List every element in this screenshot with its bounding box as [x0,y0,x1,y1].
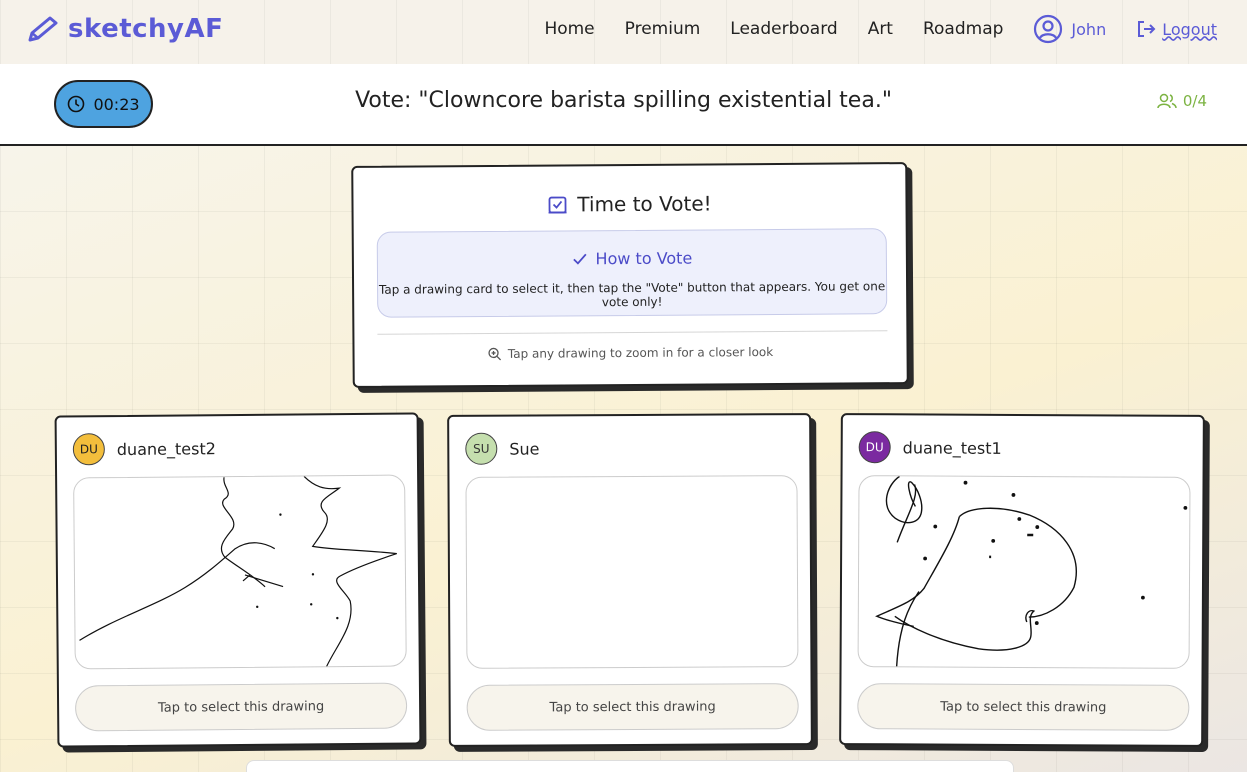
logout-icon [1138,21,1156,37]
zoom-hint: Tap any drawing to zoom in for a closer … [355,344,907,362]
nav-roadmap[interactable]: Roadmap [923,19,1003,39]
info-title: Time to Vote! [353,190,905,218]
drawing-canvas[interactable] [857,475,1191,669]
brand-logo[interactable]: sketchyAF [26,14,223,44]
drawing-sketch [79,475,397,669]
drawing-card-header: SU Sue [465,432,540,465]
select-drawing-button[interactable]: Tap to select this drawing [857,683,1190,731]
zoom-in-icon [488,347,502,361]
zoom-hint-text: Tap any drawing to zoom in for a closer … [507,345,774,361]
drawing-card-header: DU duane_test1 [858,431,1002,464]
user-circle-icon [1034,14,1063,44]
drawing-author: duane_test1 [902,437,1002,458]
top-nav: sketchyAF Home Premium Leaderboard Art R… [0,0,1247,64]
players-value: 0/4 [1182,92,1207,110]
voting-area: Time to Vote! How to Vote Tap a drawing … [0,146,1247,772]
drawing-card[interactable]: DU duane_test2 Tap to select this drawin… [54,412,422,748]
avatar: DU [858,431,891,464]
select-drawing-button[interactable]: Tap to select this drawing [74,682,408,732]
nav-links: Home Premium Leaderboard Art Roadmap Joh… [544,14,1217,44]
nav-home[interactable]: Home [544,19,594,39]
drawing-author: Sue [509,438,540,459]
users-icon [1157,93,1177,109]
user-menu[interactable]: John [1033,14,1106,44]
check-icon [572,253,587,265]
how-to-vote-heading: How to Vote [378,247,886,270]
logout-button[interactable]: Logout [1136,19,1217,39]
select-drawing-button[interactable]: Tap to select this drawing [466,683,799,731]
how-to-vote-text: Tap a drawing card to select it, then ta… [378,279,886,310]
logout-label: Logout [1162,19,1217,39]
how-to-vote-box: How to Vote Tap a drawing card to select… [376,228,888,318]
nav-leaderboard[interactable]: Leaderboard [730,19,837,39]
how-to-vote-title: How to Vote [595,248,693,269]
nav-premium[interactable]: Premium [625,19,701,39]
info-title-text: Time to Vote! [577,191,712,217]
user-name: John [1071,19,1107,39]
divider [377,330,888,335]
drawing-canvas[interactable] [465,475,799,669]
game-status-bar: 00:23 Vote: "Clowncore barista spilling … [0,64,1247,146]
drawing-card-header: DU duane_test2 [72,432,216,466]
nav-art[interactable]: Art [868,19,893,39]
drawing-author: duane_test2 [116,438,216,459]
drawing-card[interactable]: SU Sue Tap to select this drawing [447,413,813,747]
checkbox-icon [548,196,567,214]
avatar: SU [465,432,498,465]
avatar: DU [72,433,105,466]
vote-prompt-title: Vote: "Clowncore barista spilling existe… [355,88,892,113]
pencil-icon [28,16,58,42]
brand-name: sketchyAF [68,14,224,44]
drawing-card[interactable]: DU duane_test1 Tap to select this drawin… [839,413,1205,747]
bottom-panel [246,760,1014,772]
drawing-canvas[interactable] [73,474,407,670]
players-count: 0/4 [1157,92,1207,110]
drawing-sketch [875,475,1188,669]
vote-info-card: Time to Vote! How to Vote Tap a drawing … [351,162,909,388]
